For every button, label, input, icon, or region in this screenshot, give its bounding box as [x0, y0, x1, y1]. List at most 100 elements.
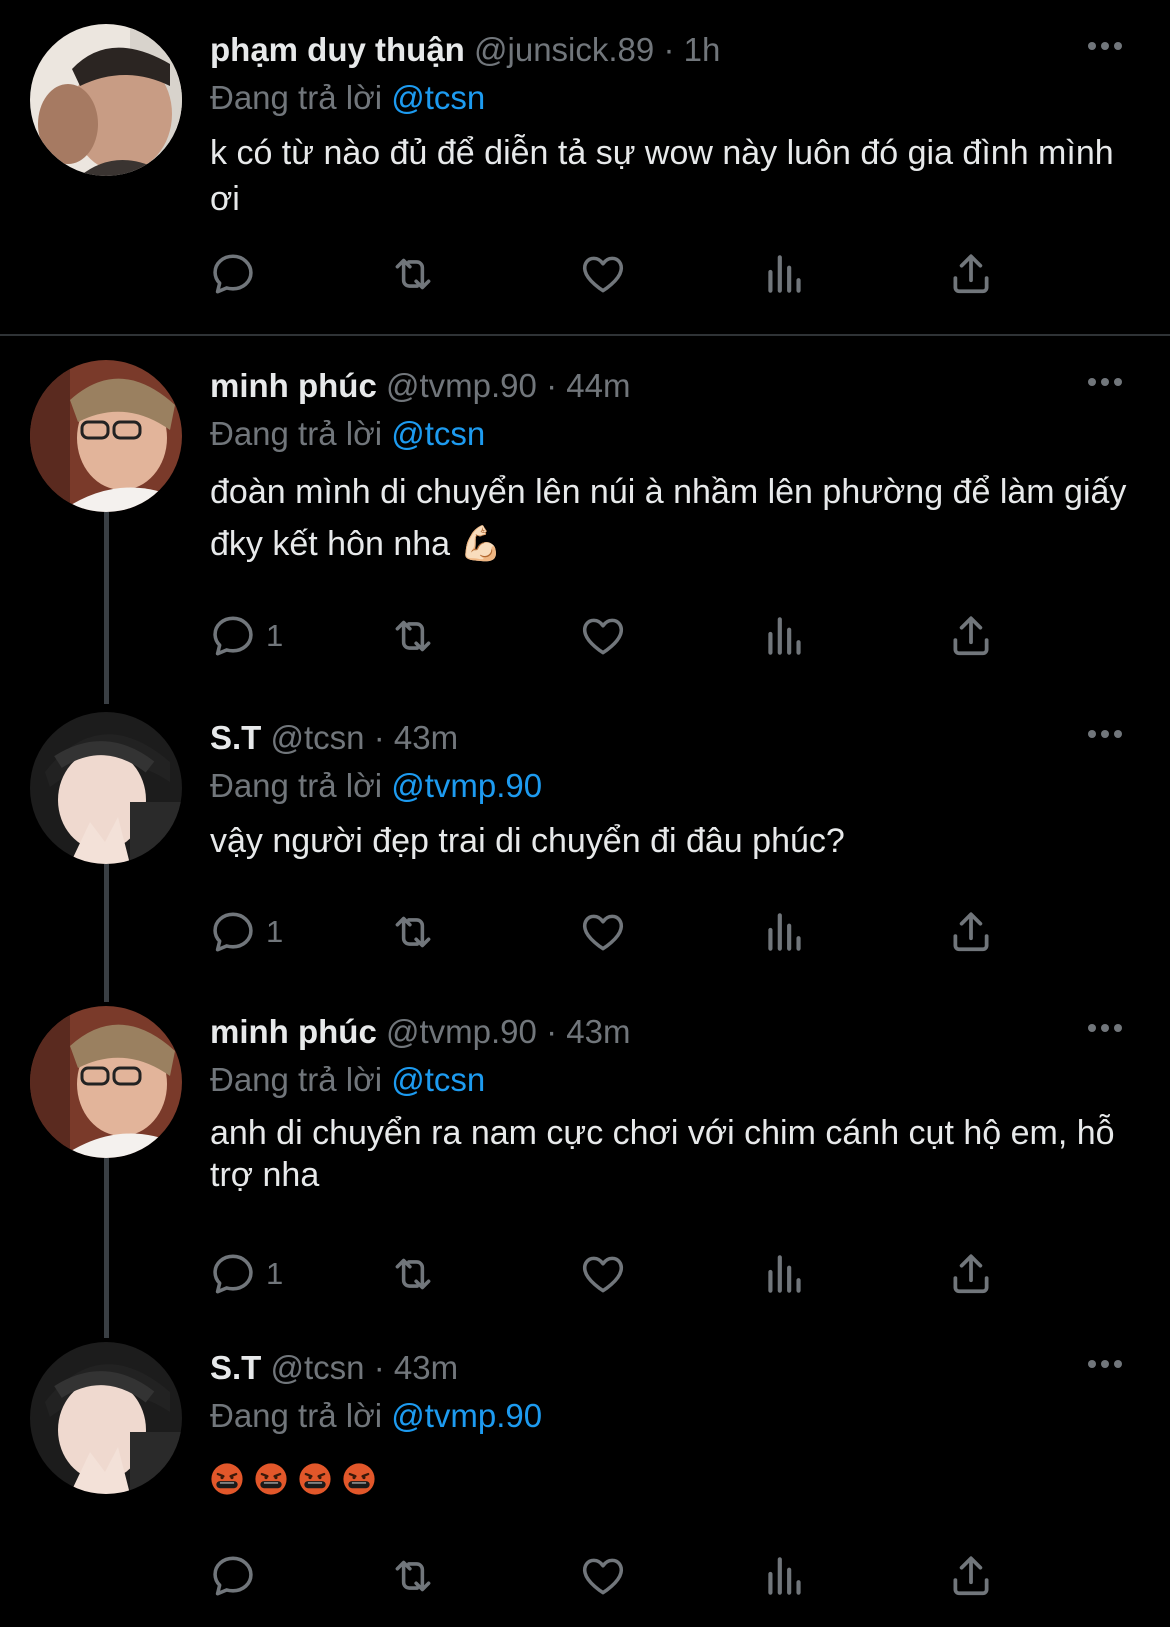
heart-icon — [578, 611, 628, 661]
retweet-button[interactable] — [388, 904, 438, 960]
reply-icon — [208, 249, 258, 299]
tweet-header: S.T @tcsn · 43m — [210, 1346, 1150, 1390]
replying-to: Đang trả lời @tvmp.90 — [210, 764, 542, 808]
thread-line — [104, 512, 109, 704]
avatar[interactable] — [30, 712, 182, 864]
tweet-text: vậy người đẹp trai di chuyển đi đâu phúc… — [210, 822, 845, 860]
tweet[interactable]: S.T @tcsn · 43m Đang trả lời @tvmp.90 🤬🤬… — [0, 1342, 1170, 1627]
display-name[interactable]: S.T — [210, 1349, 261, 1386]
mention-link[interactable]: @tcsn — [391, 1061, 485, 1098]
timestamp[interactable]: 44m — [566, 367, 630, 404]
reply-count: 1 — [266, 914, 284, 949]
views-button[interactable] — [760, 246, 810, 302]
views-icon — [760, 611, 810, 661]
separator-dot: · — [373, 1349, 394, 1386]
like-button[interactable] — [578, 1246, 628, 1302]
display-name[interactable]: phạm duy thuận — [210, 31, 465, 68]
share-button[interactable] — [946, 904, 996, 960]
tweet[interactable]: phạm duy thuận @junsick.89 · 1h Đang trả… — [0, 24, 1170, 324]
display-name[interactable]: minh phúc — [210, 367, 377, 404]
user-handle[interactable]: @junsick.89 — [474, 31, 654, 68]
tweet[interactable]: minh phúc @tvmp.90 · 44m Đang trả lời @t… — [0, 360, 1170, 704]
retweet-icon — [388, 1249, 438, 1299]
reply-prefix: Đang trả lời — [210, 1397, 383, 1434]
like-button[interactable] — [578, 904, 628, 960]
share-icon — [946, 1551, 996, 1601]
views-icon — [760, 249, 810, 299]
share-button[interactable] — [946, 608, 996, 664]
share-icon — [946, 611, 996, 661]
views-button[interactable] — [760, 904, 810, 960]
avatar[interactable] — [30, 360, 182, 512]
separator-dot: · — [546, 367, 567, 404]
like-button[interactable] — [578, 608, 628, 664]
replying-to: Đang trả lời @tvmp.90 — [210, 1394, 542, 1438]
avatar[interactable] — [30, 1006, 182, 1158]
tweet-header: phạm duy thuận @junsick.89 · 1h — [210, 28, 1150, 72]
share-button[interactable] — [946, 1246, 996, 1302]
retweet-button[interactable] — [388, 1548, 438, 1604]
reply-icon — [208, 907, 258, 957]
reply-button[interactable]: 1 — [208, 1246, 283, 1302]
display-name[interactable]: S.T — [210, 719, 261, 756]
retweet-button[interactable] — [388, 1246, 438, 1302]
more-icon[interactable] — [1080, 1344, 1130, 1384]
user-handle[interactable]: @tvmp.90 — [386, 367, 537, 404]
user-handle[interactable]: @tcsn — [271, 719, 365, 756]
separator-dot: · — [663, 31, 684, 68]
more-icon[interactable] — [1080, 362, 1130, 402]
reply-prefix: Đang trả lời — [210, 1061, 383, 1098]
angry-emoji-icon — [210, 1462, 244, 1496]
share-button[interactable] — [946, 1548, 996, 1604]
mention-link[interactable]: @tvmp.90 — [391, 767, 542, 804]
retweet-button[interactable] — [388, 608, 438, 664]
tweet[interactable]: minh phúc @tvmp.90 · 43m Đang trả lời @t… — [0, 1006, 1170, 1338]
reply-count: 1 — [266, 618, 284, 653]
angry-emoji-icon — [342, 1462, 376, 1496]
views-icon — [760, 907, 810, 957]
tweet-header: minh phúc @tvmp.90 · 44m — [210, 364, 1150, 408]
user-handle[interactable]: @tvmp.90 — [386, 1013, 537, 1050]
retweet-icon — [388, 1551, 438, 1601]
tweet-actions — [208, 1548, 1028, 1604]
emoji-row — [210, 1462, 1130, 1496]
reply-button[interactable] — [208, 1548, 266, 1604]
more-icon[interactable] — [1080, 714, 1130, 754]
avatar[interactable] — [30, 24, 182, 176]
more-icon[interactable] — [1080, 26, 1130, 66]
tweet-text: anh di chuyển ra nam cực chơi với chim c… — [210, 1114, 1115, 1194]
more-icon[interactable] — [1080, 1008, 1130, 1048]
views-button[interactable] — [760, 1548, 810, 1604]
replying-to: Đang trả lời @tcsn — [210, 1058, 485, 1102]
views-button[interactable] — [760, 608, 810, 664]
timestamp[interactable]: 43m — [566, 1013, 630, 1050]
tweet[interactable]: S.T @tcsn · 43m Đang trả lời @tvmp.90 vậ… — [0, 712, 1170, 1002]
views-button[interactable] — [760, 1246, 810, 1302]
share-icon — [946, 907, 996, 957]
share-icon — [946, 249, 996, 299]
retweet-icon — [388, 249, 438, 299]
avatar[interactable] — [30, 1342, 182, 1494]
like-button[interactable] — [578, 1548, 628, 1604]
reply-icon — [208, 611, 258, 661]
reply-count: 1 — [266, 1256, 284, 1291]
reply-button[interactable] — [208, 246, 266, 302]
separator-dot: · — [373, 719, 394, 756]
reply-prefix: Đang trả lời — [210, 767, 383, 804]
mention-link[interactable]: @tvmp.90 — [391, 1397, 542, 1434]
tweet-text: đoàn mình di chuyển lên núi à nhầm lên p… — [210, 473, 1127, 563]
mention-link[interactable]: @tcsn — [391, 415, 485, 452]
heart-icon — [578, 249, 628, 299]
reply-button[interactable]: 1 — [208, 608, 283, 664]
like-button[interactable] — [578, 246, 628, 302]
user-handle[interactable]: @tcsn — [271, 1349, 365, 1386]
retweet-button[interactable] — [388, 246, 438, 302]
timestamp[interactable]: 43m — [394, 719, 458, 756]
angry-emoji-icon — [298, 1462, 332, 1496]
timestamp[interactable]: 1h — [684, 31, 721, 68]
timestamp[interactable]: 43m — [394, 1349, 458, 1386]
share-button[interactable] — [946, 246, 996, 302]
reply-button[interactable]: 1 — [208, 904, 283, 960]
mention-link[interactable]: @tcsn — [391, 79, 485, 116]
display-name[interactable]: minh phúc — [210, 1013, 377, 1050]
